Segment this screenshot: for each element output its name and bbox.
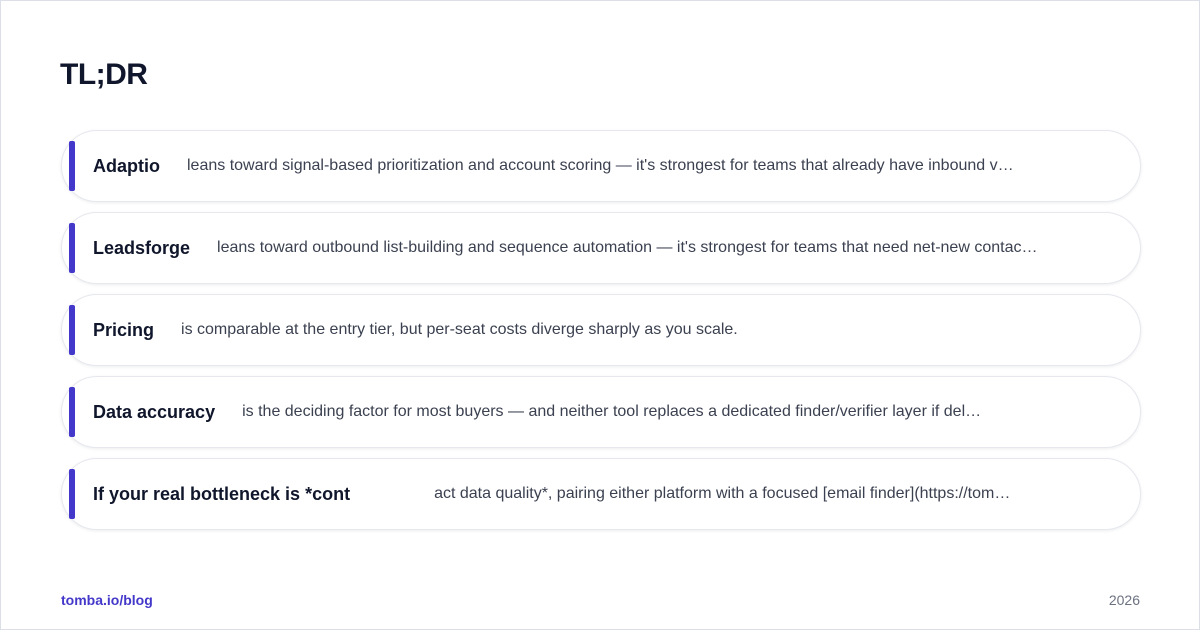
accent-bar [69,141,75,191]
tldr-item-bottleneck: If your real bottleneck is *cont act dat… [61,458,1141,530]
accent-bar [69,469,75,519]
tldr-item-label: Pricing [93,319,155,340]
accent-bar [69,387,75,437]
accent-bar [69,305,75,355]
tldr-item-data-accuracy: Data accuracy is the deciding factor for… [61,376,1141,448]
tldr-item-text: leans toward outbound list-building and … [217,239,1038,256]
tldr-card: TL;DR Adaptio leans toward signal-based … [0,0,1200,630]
blog-link[interactable]: tomba.io/blog [61,592,153,608]
tldr-item-text: is comparable at the entry tier, but per… [181,321,738,338]
tldr-list: Adaptio leans toward signal-based priori… [61,130,1141,540]
tldr-item-text: leans toward signal-based prioritization… [187,157,1014,174]
tldr-item-text: act data quality*, pairing either platfo… [434,485,1011,502]
tldr-item-label: Adaptio [93,155,160,176]
tldr-item-pricing: Pricing is comparable at the entry tier,… [61,294,1141,366]
tldr-item-label: Data accuracy [93,401,216,422]
page-title: TL;DR [60,58,148,91]
accent-bar [69,223,75,273]
tldr-item-adaptio: Adaptio leans toward signal-based priori… [61,130,1141,202]
tldr-item-label: Leadsforge [93,237,191,258]
tldr-item-label: If your real bottleneck is *cont [93,483,351,504]
tldr-item-text: is the deciding factor for most buyers —… [242,403,982,420]
tldr-item-leadsforge: Leadsforge leans toward outbound list-bu… [61,212,1141,284]
year-label: 2026 [1108,592,1140,608]
